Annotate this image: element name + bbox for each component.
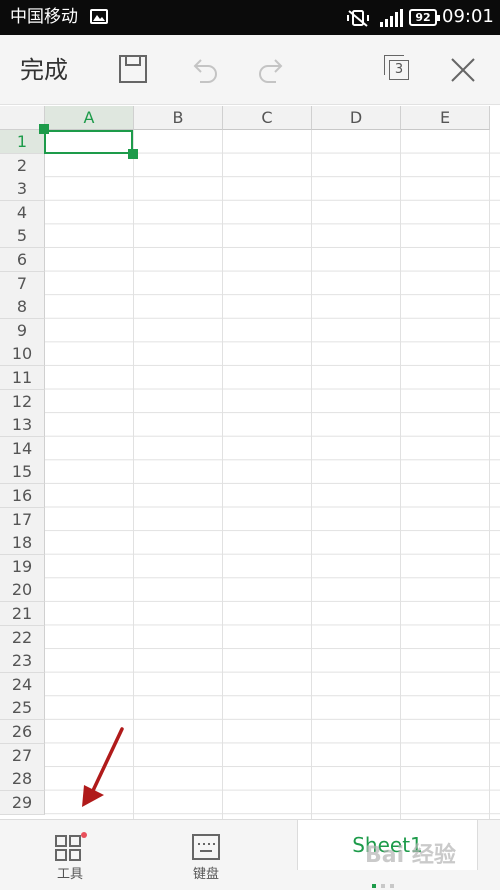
row-header-21[interactable]: 21 <box>0 602 45 626</box>
row-header-7[interactable]: 7 <box>0 271 45 296</box>
column-header-e[interactable]: E <box>401 106 490 130</box>
row-header-10[interactable]: 10 <box>0 342 45 367</box>
bottom-bar: 工具 键盘 Sheet1 Bai 经验 <box>0 819 500 890</box>
row-header-18[interactable]: 18 <box>0 531 45 556</box>
annotation-arrow <box>82 727 124 807</box>
page-indicator <box>372 873 399 890</box>
column-header-c[interactable]: C <box>223 106 312 130</box>
row-header-11[interactable]: 11 <box>0 366 45 390</box>
keyboard-button[interactable]: 键盘 <box>186 830 226 885</box>
row-header-19[interactable]: 19 <box>0 554 45 579</box>
row-header-26[interactable]: 26 <box>0 720 45 744</box>
row-header-13[interactable]: 13 <box>0 413 45 438</box>
row-header-9[interactable]: 9 <box>0 318 45 343</box>
row-header-28[interactable]: 28 <box>0 767 45 792</box>
battery-level: 92 <box>409 9 440 26</box>
vibrate-mute-icon <box>347 10 369 27</box>
column-header-a[interactable]: A <box>45 106 134 130</box>
keyboard-label: 键盘 <box>192 867 219 882</box>
column-header-d[interactable]: D <box>312 106 401 130</box>
selection-handle-bottom-right[interactable] <box>128 149 138 159</box>
row-header-12[interactable]: 12 <box>0 389 45 414</box>
page-dot <box>372 884 376 888</box>
keyboard-icon <box>192 834 220 860</box>
row-header-22[interactable]: 22 <box>0 625 45 650</box>
row-header-17[interactable]: 17 <box>0 507 45 532</box>
row-header-3[interactable]: 3 <box>0 177 45 202</box>
row-header-23[interactable]: 23 <box>0 649 45 674</box>
row-header-8[interactable]: 8 <box>0 295 45 320</box>
cell-area[interactable] <box>45 130 500 819</box>
selection-handle-top-left[interactable] <box>39 124 49 134</box>
spreadsheet-grid[interactable]: ABCDE 1 2 3 4 5 6 7 8 9 10 11 12 13 14 15 16 17 18 19 20 21 2… <box>0 106 500 819</box>
row-header-15[interactable]: 15 <box>0 460 45 485</box>
column-header-b[interactable]: B <box>134 106 223 130</box>
sheet-switcher-button[interactable]: 3 <box>380 53 410 83</box>
save-icon[interactable] <box>118 54 148 84</box>
tools-button[interactable]: 工具 <box>50 830 90 885</box>
row-header-27[interactable]: 27 <box>0 743 45 768</box>
row-header-29[interactable]: 29 <box>0 790 45 815</box>
tools-grid-icon <box>55 832 87 861</box>
row-header-16[interactable]: 16 <box>0 484 45 508</box>
signal-strength-icon <box>380 9 403 27</box>
watermark-text: Bai 经验 <box>365 843 456 868</box>
row-header-25[interactable]: 25 <box>0 696 45 721</box>
undo-icon[interactable] <box>188 54 220 84</box>
clock: 09:01 <box>442 6 494 27</box>
done-button[interactable]: 完成 <box>20 54 68 86</box>
row-header-20[interactable]: 20 <box>0 578 45 603</box>
edit-toolbar: 完成 3 <box>0 35 500 105</box>
gallery-notification-icon <box>90 9 108 24</box>
close-icon[interactable] <box>450 57 476 83</box>
row-header-24[interactable]: 24 <box>0 672 45 697</box>
row-header-14[interactable]: 14 <box>0 436 45 461</box>
row-header-2[interactable]: 2 <box>0 153 45 178</box>
row-header-4[interactable]: 4 <box>0 200 45 225</box>
redo-icon[interactable] <box>256 54 288 84</box>
tools-label: 工具 <box>56 867 83 882</box>
page-dot <box>390 884 394 888</box>
row-header-5[interactable]: 5 <box>0 224 45 249</box>
carrier-name: 中国移动 <box>10 7 78 27</box>
page-dot <box>381 884 385 888</box>
status-bar: 中国移动 92 09:01 <box>0 0 500 35</box>
selected-cell-a1[interactable] <box>44 130 133 154</box>
sheet-count-badge: 3 <box>389 60 409 80</box>
row-header-6[interactable]: 6 <box>0 248 45 272</box>
